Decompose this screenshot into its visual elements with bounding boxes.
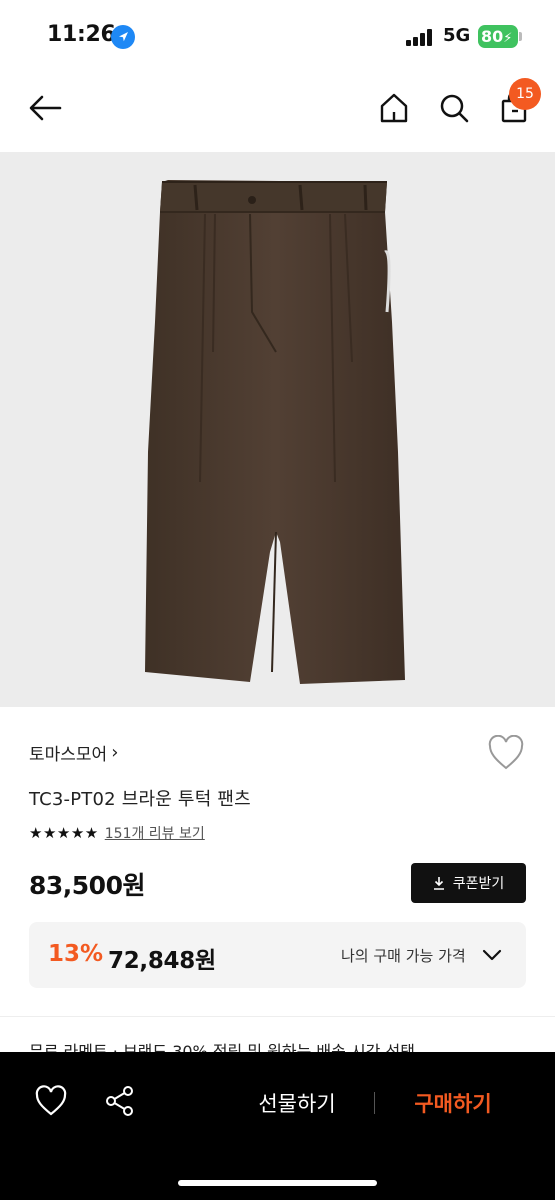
- heart-outline-icon: [488, 734, 524, 770]
- search-icon: [440, 94, 469, 123]
- back-button[interactable]: [27, 90, 63, 126]
- coupon-label: 쿠폰받기: [452, 876, 505, 892]
- heart-outline-icon: [35, 1085, 67, 1116]
- cart-count-badge: 15: [509, 78, 541, 110]
- gift-button[interactable]: 선물하기: [238, 1088, 356, 1118]
- brown-pants-illustration: [145, 180, 405, 684]
- location-arrow-icon: [111, 25, 135, 49]
- home-indicator: [178, 1180, 377, 1186]
- home-button[interactable]: [376, 90, 412, 126]
- rating-row: ★★★★★ 151개 리뷰 보기: [29, 823, 205, 843]
- battery-tip: [519, 32, 522, 41]
- share-button[interactable]: [103, 1084, 137, 1118]
- section-divider: [0, 1016, 555, 1017]
- status-time: 11:26: [47, 22, 116, 47]
- chevron-right-icon: ›: [111, 742, 119, 763]
- button-separator: [374, 1092, 375, 1114]
- back-arrow-icon: [29, 95, 62, 121]
- star-rating-icons: ★★★★★: [29, 824, 99, 842]
- brand-name: 토마스모어: [29, 745, 108, 765]
- brand-link[interactable]: 토마스모어 ›: [29, 740, 118, 765]
- my-price-box[interactable]: 13% 72,848원 나의 구매 가능 가격: [29, 922, 526, 988]
- bottom-action-bar: 선물하기 구매하기: [0, 1052, 555, 1200]
- search-button[interactable]: [436, 90, 472, 126]
- review-link[interactable]: 151개 리뷰 보기: [105, 823, 205, 843]
- buy-button[interactable]: 구매하기: [394, 1088, 512, 1118]
- home-icon: [380, 93, 408, 123]
- battery-level: 80: [481, 27, 504, 46]
- cellular-signal-icon: [406, 29, 434, 46]
- discount-price: 72,848원: [108, 948, 216, 974]
- network-type: 5G: [443, 25, 471, 46]
- download-icon: [433, 877, 444, 890]
- product-price: 83,500원: [29, 871, 145, 900]
- battery-icon: 80⚡: [478, 25, 518, 48]
- my-price-label: 나의 구매 가능 가격: [341, 947, 466, 965]
- product-image[interactable]: [0, 152, 555, 707]
- coupon-button[interactable]: 쿠폰받기: [411, 863, 526, 903]
- discount-rate: 13%: [48, 941, 104, 967]
- chevron-down-icon: [482, 949, 502, 961]
- wishlist-heart-button[interactable]: [487, 734, 525, 771]
- app-header: [0, 74, 555, 152]
- product-title: TC3-PT02 브라운 투턱 팬츠: [29, 789, 251, 810]
- charging-bolt-icon: ⚡: [503, 31, 513, 46]
- share-icon: [106, 1086, 133, 1116]
- wishlist-button[interactable]: [34, 1084, 68, 1118]
- status-bar: 11:26 5G 80⚡: [0, 0, 555, 74]
